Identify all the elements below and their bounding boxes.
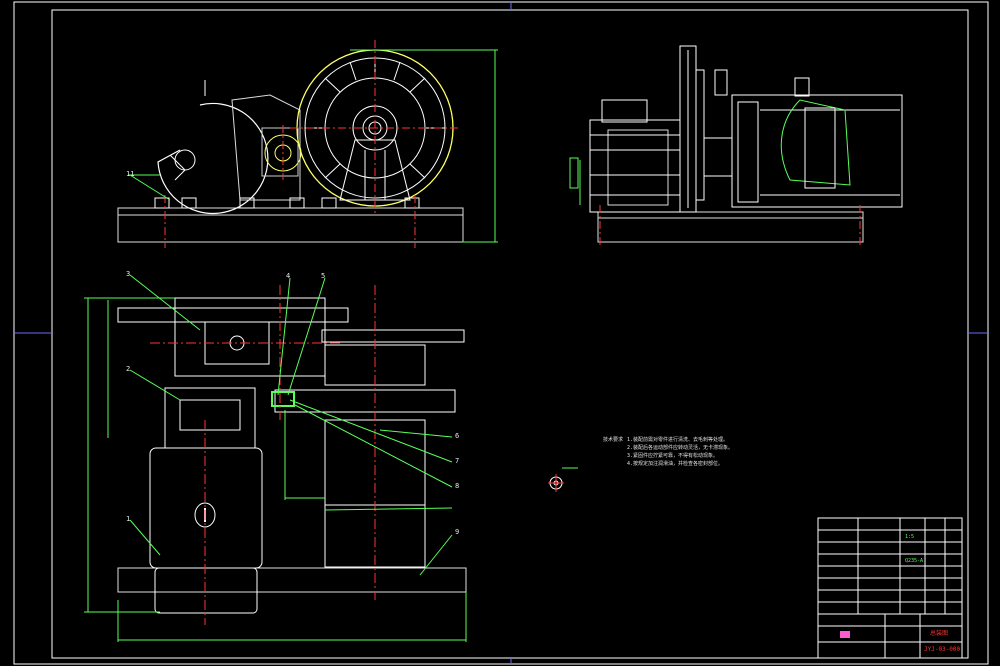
callout-11: 11 [126,170,135,178]
callout-plan-2: 2 [126,365,131,373]
callout-plan-5: 5 [321,272,326,280]
callout-plan-9: 9 [455,528,460,536]
callout-plan-1: 1 [126,515,131,523]
detail-view [548,467,578,492]
callout-plan-8: 8 [455,482,460,490]
notes-line-3: 3.紧固件应拧紧可靠，不得有松动现象。 [627,453,719,459]
notes-line-4: 4.按规定加注润滑油，并检查各密封部位。 [627,461,724,467]
front-view [117,40,498,248]
callout-plan-4: 4 [286,272,291,280]
title-block-drawing-number: JYJ-03-000 [924,646,961,653]
notes-line-1: 1.装配前需对零件进行清洗、去毛刺等处理。 [627,437,729,443]
side-view [569,45,903,248]
title-block-scale: 1:5 [905,534,915,540]
title-block-material: Q235-A [905,558,924,564]
title-block [817,517,963,659]
callout-plan-6: 6 [455,432,460,440]
technical-notes: 技术要求 1.装配前需对零件进行清洗、去毛刺等处理。 2.装配后各运动部件应转动… [603,436,733,468]
cad-drawing-canvas [13,1,989,665]
callout-plan-7: 7 [455,457,460,465]
callout-plan-3: 3 [126,270,131,278]
notes-line-2: 2.装配后各运动部件应转动灵活，无卡滞现象。 [627,445,734,451]
title-block-name: 总装图 [930,630,949,637]
center-marks [14,2,988,664]
plan-view [84,174,467,642]
outer-frame [13,1,989,665]
